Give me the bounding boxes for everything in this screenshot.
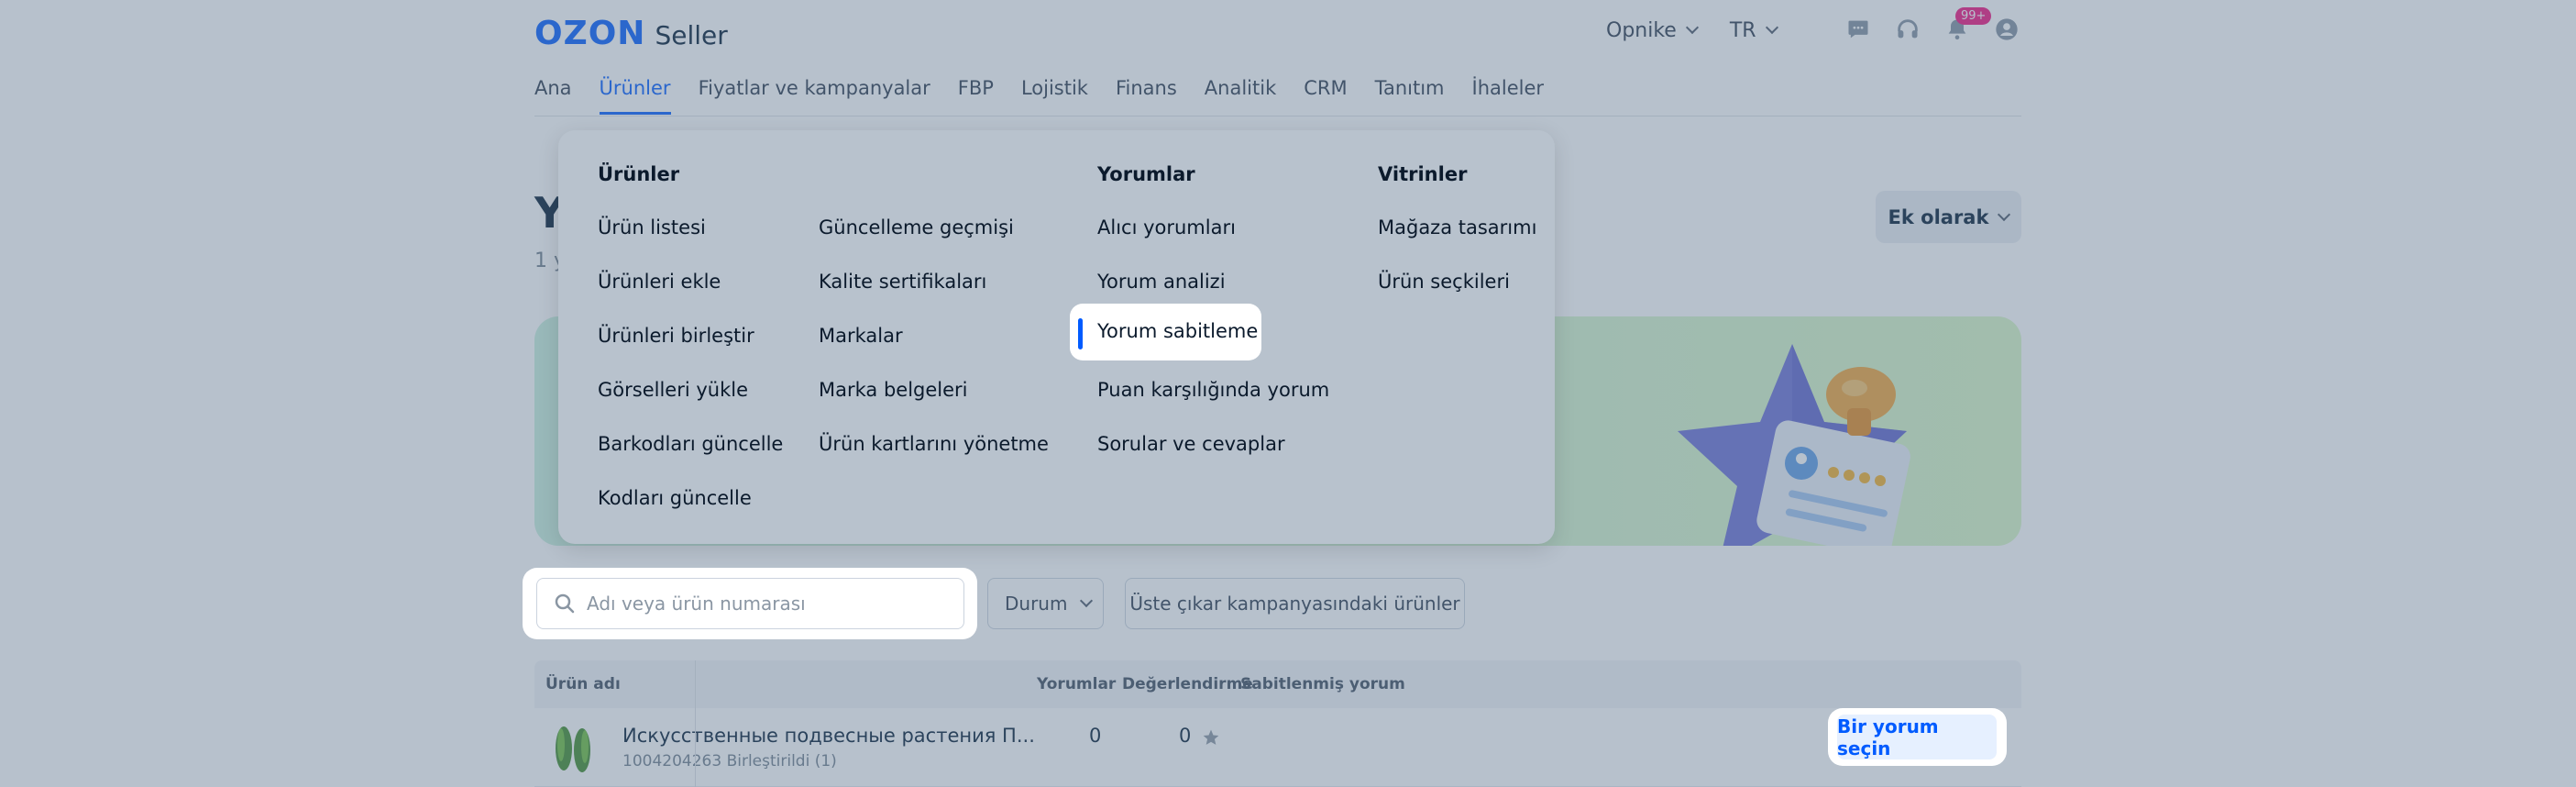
menu-column-showcases: Vitrinler Mağaza tasarımı Ürün seçkileri [1378,163,1536,325]
star-icon [1203,729,1219,745]
status-dropdown[interactable]: Durum [987,578,1104,629]
menu-item-customer-reviews[interactable]: Alıcı yorumları [1097,216,1329,271]
menu-item-store-design[interactable]: Mağaza tasarımı [1378,216,1536,271]
menu-item-product-collections[interactable]: Ürün seçkileri [1378,271,1536,325]
column-divider [695,660,696,708]
menu-item-pin-review[interactable]: Yorum sabitleme [1070,304,1261,360]
product-thumbnail[interactable] [547,725,599,776]
menu-item-update-history[interactable]: Güncelleme geçmişi [819,216,1049,271]
search-field-highlighted[interactable] [536,578,964,629]
tab-tanitim[interactable]: Tanıtım [1375,77,1445,115]
menu-item-pin-review-label: Yorum sabitleme [1097,320,1259,342]
menu-item-manage-product-cards[interactable]: Ürün kartlarını yönetme [819,433,1049,487]
search-icon [555,593,575,614]
menu-column-products: Ürünler Ürün listesi Ürünleri ekle Ürünl… [598,163,783,541]
table-header: Ürün adı Yorumlar Değerlendirme Sabitlen… [534,660,2021,708]
promo-products-filter-button[interactable]: Üste çıkar kampanyasındaki ürünler [1125,578,1465,629]
column-rating[interactable]: Değerlendirme [1122,675,1253,693]
select-review-button[interactable]: Bir yorum seçin [1837,715,1997,759]
logo-suffix: Seller [655,20,728,50]
status-label: Durum [1005,593,1068,615]
menu-item-merge-products[interactable]: Ürünleri birleştir [598,325,783,379]
tab-finans[interactable]: Finans [1116,77,1177,115]
tab-fiyatlar[interactable]: Fiyatlar ve kampanyalar [699,77,930,115]
tab-crm[interactable]: CRM [1304,77,1347,115]
headset-icon[interactable] [1895,17,1921,42]
tab-urunler[interactable]: Ürünler [599,77,671,115]
tab-fbp[interactable]: FBP [958,77,994,115]
page: OZON Seller Opnike TR 99+ Ana Ürünler Fi [0,0,2576,787]
chevron-down-icon [1080,593,1094,608]
header-selectors: Opnike TR [1606,13,1810,48]
menu-item-brands[interactable]: Markalar [819,325,1049,379]
menu-item-product-list[interactable]: Ürün listesi [598,216,783,271]
bell-icon[interactable]: 99+ [1944,7,1992,42]
menu-item-upload-images[interactable]: Görselleri yükle [598,379,783,433]
products-mega-menu: Ürünler Ürün listesi Ürünleri ekle Ürünl… [558,130,1555,544]
more-button-label: Ek olarak [1888,205,1989,228]
chevron-down-icon [1685,20,1699,35]
company-label: Opnike [1606,18,1677,42]
rating-value: 0 [1179,725,1192,747]
selected-indicator [1078,318,1083,349]
header-icons: 99+ [1845,7,2020,42]
main-nav-tabs: Ana Ürünler Fiyatlar ve kampanyalar FBP … [534,77,1544,115]
chevron-down-icon [1765,20,1778,35]
tab-analitik[interactable]: Analitik [1205,77,1276,115]
tab-lojistik[interactable]: Lojistik [1021,77,1088,115]
ozon-seller-logo[interactable]: OZON Seller [534,15,728,52]
user-icon[interactable] [1994,17,2020,42]
column-divider [695,708,696,787]
column-reviews[interactable]: Yorumlar [1037,675,1116,693]
column-pinned-review: Sabitlenmiş yorum [1240,675,1405,693]
reviews-count: 0 [1089,725,1102,747]
table-row: Искусственные подвесные растения П... 10… [534,708,2021,787]
notification-badge: 99+ [1955,7,1992,25]
chevron-down-icon [1998,207,2011,221]
product-meta: 1004204263 Birleştirildi (1) [622,752,837,770]
column-product-name[interactable]: Ürün adı [545,675,621,693]
menu-item-add-products[interactable]: Ürünleri ekle [598,271,783,325]
menu-item-questions-answers[interactable]: Sorular ve cevaplar [1097,433,1329,487]
menu-item-review-for-points[interactable]: Puan karşılığında yorum [1097,379,1329,433]
tab-ana[interactable]: Ana [534,77,572,115]
search-input[interactable] [587,593,953,615]
menu-title-showcases: Vitrinler [1378,163,1468,185]
language-dropdown[interactable]: TR [1729,18,1778,42]
menu-item-quality-certificates[interactable]: Kalite sertifikaları [819,271,1049,325]
menu-item-brand-documents[interactable]: Marka belgeleri [819,379,1049,433]
tab-ihaleler[interactable]: İhaleler [1472,77,1545,115]
pinned-review-star-illustration [1678,344,1910,546]
more-button[interactable]: Ek olarak [1876,191,2021,243]
language-label: TR [1729,18,1756,42]
company-dropdown[interactable]: Opnike [1606,18,1699,42]
menu-title-empty [819,163,1049,185]
menu-column-products-2: Güncelleme geçmişi Kalite sertifikaları … [819,163,1049,487]
logo-brand: OZON [534,15,646,52]
chat-icon[interactable] [1845,17,1871,42]
menu-item-update-barcodes[interactable]: Barkodları güncelle [598,433,783,487]
menu-title-products: Ürünler [598,163,680,185]
menu-title-reviews: Yorumlar [1097,163,1195,185]
menu-item-update-codes[interactable]: Kodları güncelle [598,487,783,541]
product-name[interactable]: Искусственные подвесные растения П... [622,725,1035,747]
